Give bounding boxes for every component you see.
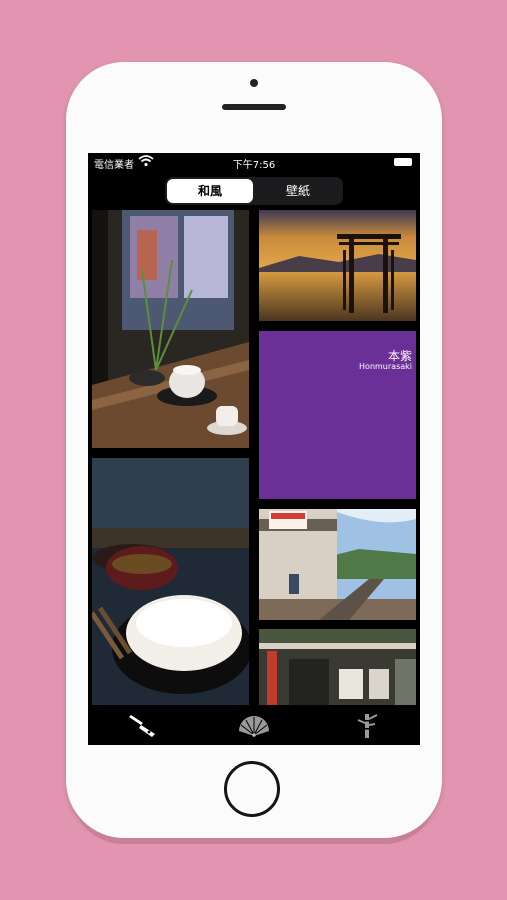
bamboo-icon[interactable] (350, 711, 384, 739)
bottom-tab-bar (88, 705, 420, 745)
app-screen: 電信業者 下午7:56 和風 壁紙 本紫 Honmurasaki (88, 153, 420, 745)
photo-torii-sunset[interactable] (259, 210, 416, 321)
segment-wafu[interactable]: 和風 (167, 179, 253, 203)
status-bar: 電信業者 下午7:56 (88, 153, 420, 173)
status-clock: 下午7:56 (232, 160, 276, 171)
photo-rice-bowl[interactable] (92, 458, 249, 705)
segment-wallpaper[interactable]: 壁紙 (255, 179, 341, 203)
color-name-romaji: Honmurasaki (359, 362, 412, 371)
color-card-honmurasaki[interactable]: 本紫 Honmurasaki (259, 331, 416, 499)
photo-tea-set[interactable] (92, 210, 249, 448)
photo-shop-front[interactable] (259, 629, 416, 705)
earpiece-speaker (222, 104, 286, 110)
photo-train-station[interactable] (259, 509, 416, 620)
category-segmented-control: 和風 壁紙 (165, 177, 343, 205)
knife-icon[interactable] (125, 711, 159, 739)
home-button[interactable] (224, 761, 280, 817)
front-camera (250, 79, 258, 87)
folding-fan-icon[interactable] (237, 711, 271, 739)
battery-icon (394, 158, 412, 166)
